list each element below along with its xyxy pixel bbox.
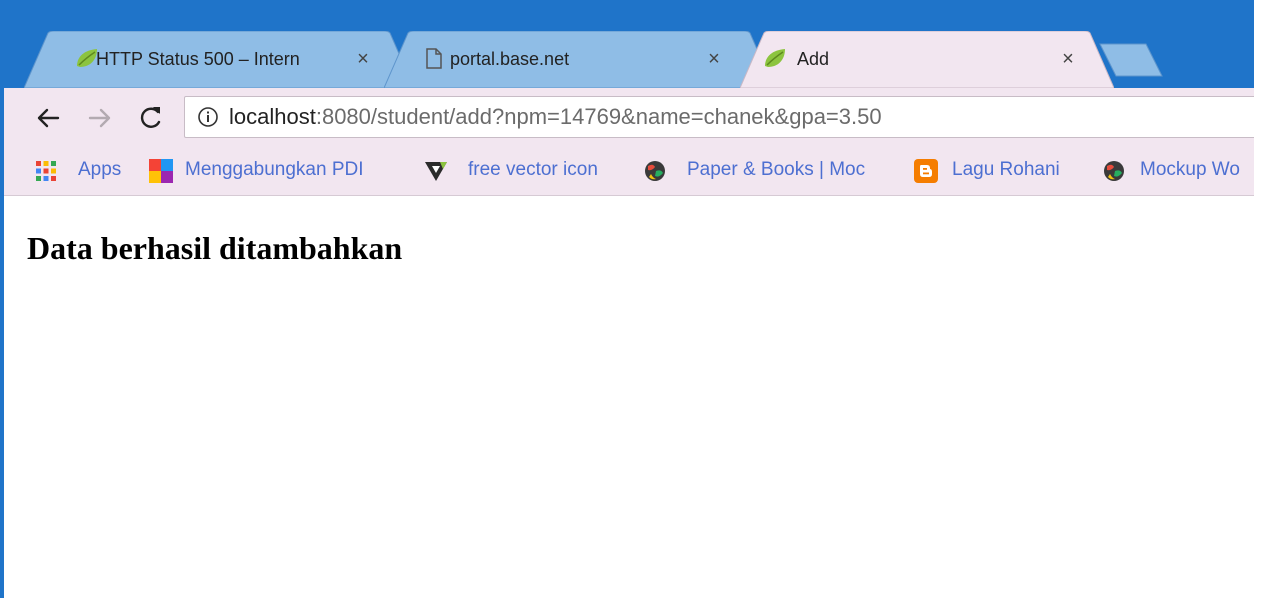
url-path: :8080/student/add?npm=14769&name=chanek&…: [315, 104, 882, 129]
new-tab-button[interactable]: [1096, 42, 1166, 78]
bookmark-free-vector-icon[interactable]: free vector icon: [424, 154, 624, 186]
tab-strip: HTTP Status 500 – Intern × portal.base.n…: [4, 0, 1254, 88]
page-icon: [426, 48, 442, 69]
tab-add[interactable]: Add ×: [740, 31, 1114, 88]
tab-close-button[interactable]: ×: [702, 45, 726, 73]
apps-grid-icon: [36, 161, 56, 181]
bookmark-apps[interactable]: Apps: [34, 154, 134, 186]
info-icon[interactable]: [197, 106, 219, 128]
browser-toolbar: localhost:8080/student/add?npm=14769&nam…: [4, 88, 1254, 146]
bookmark-label: Apps: [78, 159, 122, 180]
bookmark-lagu-rohani[interactable]: Lagu Rohani: [914, 154, 1084, 186]
url-host: localhost: [229, 104, 316, 129]
bookmark-paper-books[interactable]: Paper & Books | Moc: [643, 154, 899, 186]
tab-title: HTTP Status 500 – Intern: [96, 49, 300, 69]
address-bar[interactable]: localhost:8080/student/add?npm=14769&nam…: [184, 96, 1254, 138]
globe-icon: [1104, 161, 1124, 181]
tab-portal-base-net[interactable]: portal.base.net ×: [384, 31, 774, 88]
tab-http-status-500[interactable]: HTTP Status 500 – Intern ×: [24, 31, 414, 88]
bookmarks-bar: Apps Menggabungkan PDI free vector icon: [4, 146, 1254, 196]
vector-logo-icon: [425, 162, 447, 181]
bookmark-mockup[interactable]: Mockup Wo: [1102, 154, 1254, 186]
back-arrow-icon[interactable]: [30, 98, 66, 138]
blogger-icon: [914, 159, 938, 183]
bookmark-label: Menggabungkan PDI: [185, 159, 364, 180]
bookmark-menggabungkan-pdf[interactable]: Menggabungkan PDI: [149, 154, 401, 186]
browser-window: HTTP Status 500 – Intern × portal.base.n…: [4, 0, 1254, 598]
tab-close-button[interactable]: ×: [351, 45, 375, 73]
bookmark-label: Paper & Books | Moc: [687, 159, 866, 180]
url-text[interactable]: localhost:8080/student/add?npm=14769&nam…: [229, 97, 882, 137]
tab-close-button[interactable]: ×: [1056, 45, 1080, 73]
page-content: Data berhasil ditambahkan: [4, 196, 1254, 598]
globe-icon: [645, 161, 665, 181]
forward-arrow-icon[interactable]: [82, 98, 118, 138]
window-frame-right: [1254, 0, 1268, 598]
page-heading: Data berhasil ditambahkan: [27, 230, 403, 266]
bookmark-label: Lagu Rohani: [952, 159, 1060, 180]
reload-icon[interactable]: [132, 98, 168, 138]
bookmark-label: free vector icon: [468, 159, 598, 180]
spring-leaf-icon: [765, 49, 785, 67]
bookmark-label: Mockup Wo: [1140, 159, 1240, 180]
colorful-squares-icon: [149, 159, 173, 183]
tab-title: portal.base.net: [450, 49, 570, 69]
tab-title: Add: [797, 49, 830, 69]
